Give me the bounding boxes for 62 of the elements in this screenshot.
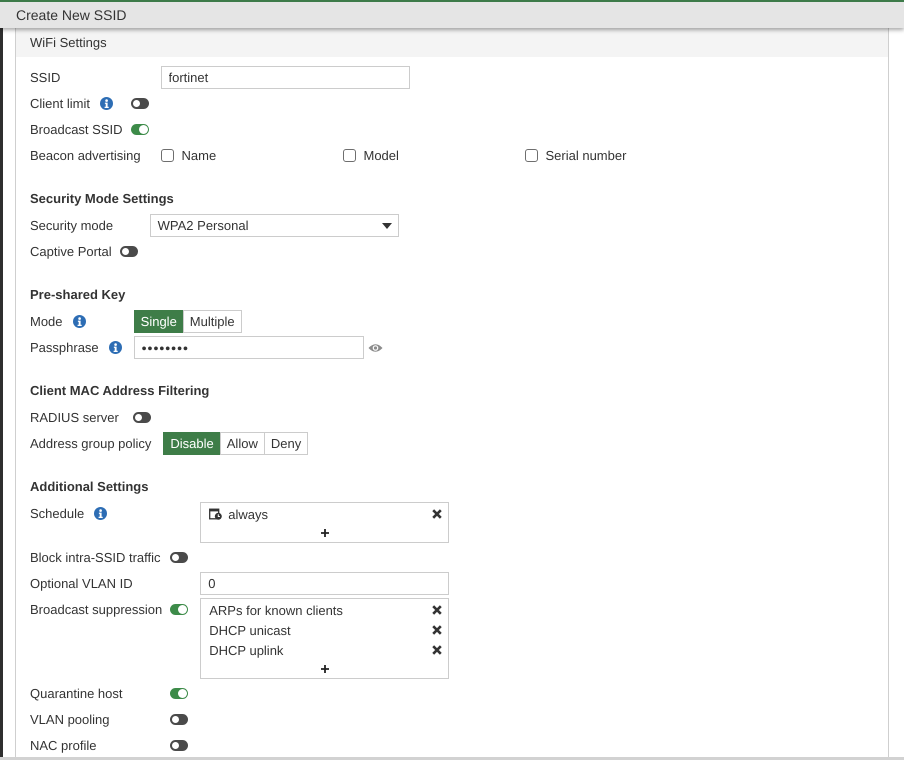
close-icon[interactable] (432, 645, 442, 655)
segment-button[interactable]: Single (134, 310, 184, 333)
section-heading: Security Mode Settings (30, 190, 174, 208)
toggle-switch[interactable] (130, 124, 148, 135)
checkbox-label: Serial number (546, 148, 626, 163)
field-label: Quarantine host (30, 686, 123, 701)
eye-icon[interactable] (368, 342, 383, 352)
password-input[interactable]: •••••••• (134, 336, 364, 359)
segment-button[interactable]: Allow (220, 432, 265, 455)
list-item-label: always (228, 506, 268, 522)
field-label: Captive Portal (30, 244, 112, 259)
field-label: Block intra-SSID traffic (30, 550, 161, 565)
field-label: Schedule (30, 506, 84, 521)
field-label: NAC profile (30, 738, 96, 753)
section-heading: Client MAC Address Filtering (30, 382, 210, 400)
text-input[interactable]: 0 (200, 572, 450, 595)
field-label: Broadcast SSID (30, 122, 122, 137)
segment-button[interactable]: Deny (264, 432, 308, 455)
close-icon[interactable] (432, 625, 442, 635)
section-header: WiFi Settings (16, 28, 888, 57)
list-item-label: ARPs for known clients (209, 602, 343, 618)
checkbox[interactable] (342, 149, 356, 162)
field-label: Optional VLAN ID (30, 576, 133, 591)
field-label: SSID (30, 70, 60, 85)
field-label: Address group policy (30, 436, 152, 451)
field-label: Passphrase (30, 340, 99, 355)
schedule-icon (209, 508, 222, 520)
dropdown[interactable]: WPA2 Personal (150, 214, 399, 237)
segment-button[interactable]: Multiple (182, 310, 242, 333)
caret-icon (382, 222, 392, 228)
close-icon[interactable] (432, 605, 442, 615)
list-item-label: DHCP unicast (209, 622, 291, 638)
checkbox[interactable] (160, 149, 174, 162)
field-label: Client limit (30, 96, 90, 111)
toggle-switch[interactable] (170, 552, 188, 563)
checkbox-label: Name (182, 148, 216, 163)
list-box[interactable]: always (200, 502, 450, 543)
field-label: Security mode (30, 218, 114, 233)
toggle-switch[interactable] (120, 246, 138, 257)
toggle-switch[interactable] (170, 688, 188, 699)
segment-button[interactable]: Disable (163, 432, 221, 455)
field-label: Mode (30, 314, 63, 329)
toggle-switch[interactable] (170, 714, 188, 725)
toggle-switch[interactable] (170, 604, 188, 615)
field-label: Beacon advertising (30, 148, 141, 163)
toggle-switch[interactable] (130, 98, 148, 109)
field-label: Broadcast suppression (30, 602, 162, 617)
checkbox-label: Model (364, 148, 399, 163)
text-input[interactable]: fortinet (160, 66, 410, 89)
toggle-switch[interactable] (133, 412, 152, 423)
section-heading: Pre-shared Key (30, 286, 126, 304)
plus-icon[interactable] (320, 665, 329, 673)
toggle-switch[interactable] (170, 740, 188, 751)
checkbox[interactable] (524, 149, 538, 162)
field-label: RADIUS server (30, 410, 119, 425)
title-bar: Create New SSID (0, 0, 904, 28)
plus-icon[interactable] (320, 529, 329, 537)
list-box[interactable]: ARPs for known clients DHCP unicast DHCP uplink (200, 598, 450, 679)
section-heading: Additional Settings (30, 478, 148, 496)
close-icon[interactable] (432, 509, 442, 519)
field-label: VLAN pooling (30, 712, 110, 727)
list-item-label: DHCP uplink (209, 642, 284, 658)
